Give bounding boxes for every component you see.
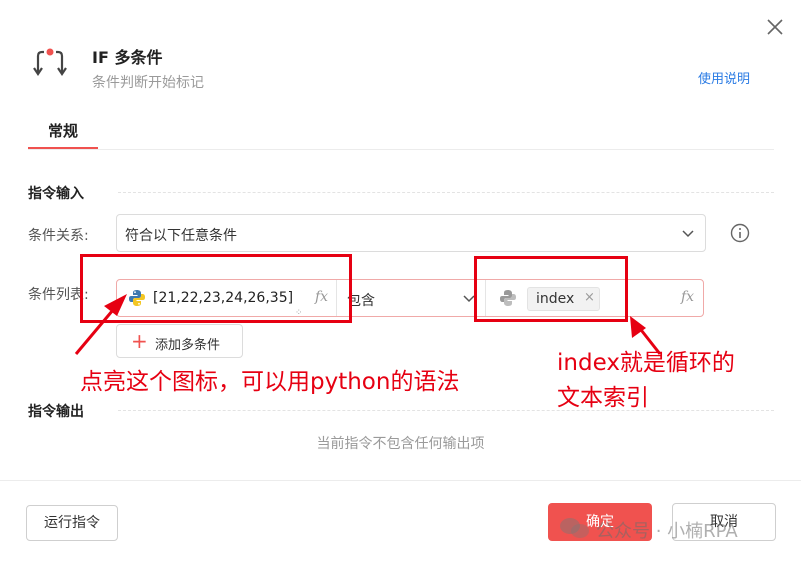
index-tag-label: index: [536, 291, 575, 307]
resize-handle[interactable]: ⁘: [295, 308, 302, 318]
empty-output-text: 当前指令不包含任何输出项: [316, 436, 485, 452]
operator-select[interactable]: 包含: [338, 280, 486, 316]
tab-divider: [28, 149, 774, 150]
index-annotation-line1: index就是循环的: [557, 350, 735, 376]
condition-right-operand[interactable]: index × fx: [487, 280, 703, 316]
section-divider: [118, 410, 774, 411]
section-divider: [118, 192, 774, 193]
index-annotation-line2: 文本索引: [557, 385, 649, 411]
left-operand-value: [21,22,23,24,26,35]: [153, 290, 294, 306]
wechat-icon: [560, 518, 589, 538]
add-condition-button[interactable]: + 添加多条件: [116, 324, 243, 358]
dialog-title: IF 多条件: [92, 48, 163, 67]
help-link[interactable]: 使用说明: [698, 68, 750, 87]
python-icon[interactable]: [499, 289, 517, 307]
chevron-down-icon: [463, 295, 475, 303]
fx-button[interactable]: fx: [681, 289, 694, 305]
index-variable-tag: index ×: [527, 287, 600, 311]
close-icon[interactable]: [764, 16, 786, 38]
input-section-title: 指令输入: [28, 186, 84, 202]
run-command-button[interactable]: 运行指令: [26, 505, 118, 541]
fx-button[interactable]: fx: [315, 289, 328, 305]
footer-divider: [0, 480, 801, 481]
conditions-label: 条件列表:: [28, 287, 89, 303]
watermark: 公众号 · 小楠RPA: [596, 521, 738, 542]
if-condition-dialog: IF 多条件 条件判断开始标记 使用说明 常规 指令输入 条件关系: 符合以下任…: [0, 0, 801, 561]
info-circle-icon[interactable]: [729, 222, 751, 244]
add-condition-label: 添加多条件: [155, 338, 221, 353]
condition-left-operand[interactable]: [21,22,23,24,26,35] fx: [117, 280, 337, 316]
plus-icon: +: [131, 329, 148, 353]
operator-value: 包含: [347, 293, 375, 309]
python-annotation: 点亮这个图标，可以用python的语法: [80, 369, 460, 395]
output-section-title: 指令输出: [28, 404, 84, 420]
if-branch-icon: [33, 48, 67, 76]
python-icon[interactable]: [128, 289, 146, 307]
condition-row: [21,22,23,24,26,35] fx 包含 index × fx: [116, 279, 704, 317]
relation-label: 条件关系:: [28, 228, 89, 244]
chevron-down-icon: [682, 230, 694, 238]
relation-value: 符合以下任意条件: [125, 228, 237, 244]
dialog-subtitle: 条件判断开始标记: [92, 75, 204, 91]
tag-remove-icon[interactable]: ×: [584, 290, 595, 305]
tab-general[interactable]: 常规: [28, 120, 98, 150]
relation-select[interactable]: 符合以下任意条件: [116, 214, 706, 252]
